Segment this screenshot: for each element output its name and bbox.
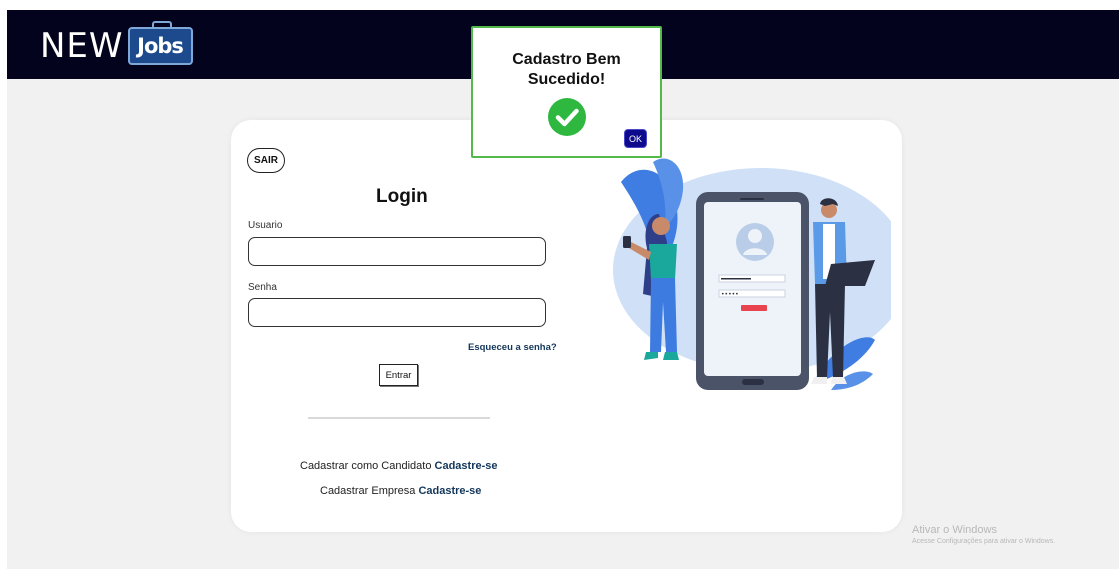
usuario-label: Usuario [248, 220, 283, 231]
watermark-subtitle: Acesse Configurações para ativar o Windo… [912, 538, 1056, 545]
activate-windows-watermark: Ativar o Windows Acesse Configurações pa… [912, 524, 1055, 545]
login-card: SAIR Login Usuario Senha Esqueceu a senh… [231, 120, 902, 532]
login-illustration: ••••• [613, 158, 891, 390]
page: NEW Jobs SAIR Login Usuario Senha Esquec… [7, 10, 1119, 569]
register-candidate-link[interactable]: Cadastre-se [435, 460, 498, 472]
watermark-title: Ativar o Windows [912, 524, 997, 536]
register-company-line: Cadastrar Empresa Cadastre-se [320, 485, 481, 497]
logo-jobs-text: Jobs [137, 34, 184, 58]
senha-label: Senha [248, 282, 277, 293]
dialog-title-line-1: Cadastro Bem [512, 51, 621, 68]
login-title: Login [376, 186, 428, 207]
login-button-shape [741, 305, 767, 311]
senha-input[interactable] [248, 298, 546, 327]
register-company-link[interactable]: Cadastre-se [418, 485, 481, 497]
dialog-title-line-2: Sucedido! [527, 71, 606, 88]
dialog-title: Cadastro Bem Sucedido! [473, 50, 660, 90]
logo-briefcase-icon: Jobs [127, 21, 193, 65]
entrar-button[interactable]: Entrar [379, 364, 418, 386]
usuario-input[interactable] [248, 237, 546, 266]
svg-text:•••••: ••••• [721, 291, 739, 298]
sair-button[interactable]: SAIR [247, 148, 285, 173]
register-company-text: Cadastrar Empresa [320, 485, 416, 497]
ok-button[interactable]: OK [624, 129, 647, 148]
check-circle-icon [548, 98, 586, 136]
logo-new-text: NEW [40, 26, 124, 66]
briefcase-handle [151, 21, 172, 29]
newjobs-logo[interactable]: NEW Jobs [40, 21, 193, 68]
divider [308, 417, 490, 419]
success-dialog: Cadastro Bem Sucedido! OK [471, 26, 662, 158]
register-candidate-text: Cadastrar como Candidato [300, 460, 432, 472]
forgot-password-link[interactable]: Esqueceu a senha? [468, 342, 557, 353]
register-candidate-line: Cadastrar como Candidato Cadastre-se [300, 460, 498, 472]
